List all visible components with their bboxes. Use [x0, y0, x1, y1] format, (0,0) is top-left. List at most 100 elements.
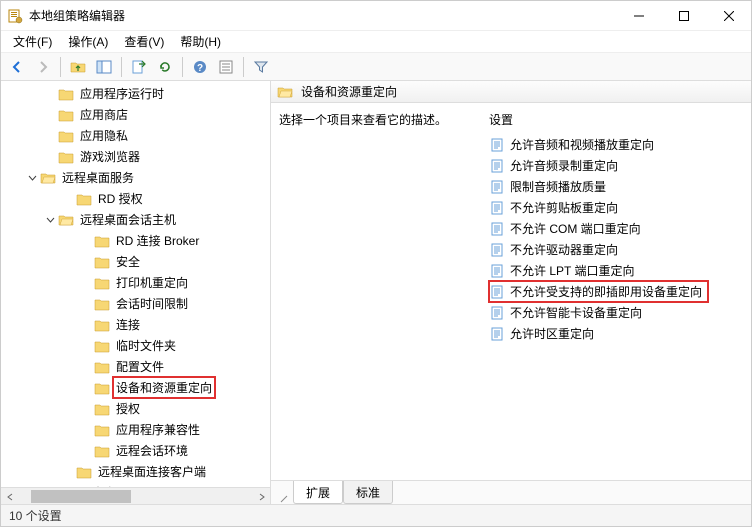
- setting-item[interactable]: 不允许智能卡设备重定向: [489, 302, 751, 323]
- setting-item[interactable]: 允许音频录制重定向: [489, 155, 751, 176]
- menu-view[interactable]: 查看(V): [116, 31, 172, 52]
- setting-label: 不允许 LPT 端口重定向: [510, 262, 634, 279]
- tree-node[interactable]: 游戏浏览器: [1, 146, 270, 167]
- setting-item[interactable]: 不允许受支持的即插即用设备重定向: [489, 281, 708, 302]
- folder-icon: [58, 213, 74, 227]
- tree-label: 远程会话环境: [114, 441, 190, 460]
- tab-extended[interactable]: 扩展: [293, 481, 343, 504]
- setting-item[interactable]: 限制音频播放质量: [489, 176, 751, 197]
- maximize-button[interactable]: [661, 1, 706, 30]
- tree-node[interactable]: 应用程序运行时: [1, 83, 270, 104]
- expander-placeholder: [79, 276, 93, 290]
- tree-node[interactable]: RD 连接 Broker: [1, 230, 270, 251]
- refresh-button[interactable]: [153, 55, 177, 79]
- column-header-setting[interactable]: 设置: [489, 111, 751, 128]
- tree-label: 连接: [114, 315, 142, 334]
- details-header: 设备和资源重定向: [271, 81, 751, 103]
- tree-node[interactable]: 远程桌面服务: [1, 167, 270, 188]
- tree-label: 安全: [114, 252, 142, 271]
- scroll-left-icon[interactable]: [1, 488, 18, 505]
- setting-item[interactable]: 不允许剪贴板重定向: [489, 197, 751, 218]
- policy-icon: [489, 221, 505, 237]
- expander-placeholder: [43, 87, 57, 101]
- close-button[interactable]: [706, 1, 751, 30]
- showhide-tree-button[interactable]: [92, 55, 116, 79]
- tree-label: 授权: [114, 399, 142, 418]
- tree-node[interactable]: RD 授权: [1, 188, 270, 209]
- folder-icon: [94, 402, 110, 416]
- tree-node[interactable]: 配置文件: [1, 356, 270, 377]
- details-title: 设备和资源重定向: [301, 83, 397, 100]
- setting-item[interactable]: 允许时区重定向: [489, 323, 751, 344]
- policy-icon: [489, 305, 505, 321]
- scroll-thumb[interactable]: [31, 490, 131, 503]
- folder-icon: [76, 192, 92, 206]
- setting-label: 不允许智能卡设备重定向: [510, 304, 642, 321]
- tree-node[interactable]: 设备和资源重定向: [1, 377, 270, 398]
- up-button[interactable]: [66, 55, 90, 79]
- tree-node[interactable]: 打印机重定向: [1, 272, 270, 293]
- tree-node[interactable]: 远程桌面会话主机: [1, 209, 270, 230]
- folder-icon: [58, 108, 74, 122]
- tree-node[interactable]: 连接: [1, 314, 270, 335]
- properties-button[interactable]: [214, 55, 238, 79]
- tree-node[interactable]: 远程桌面连接客户端: [1, 461, 270, 482]
- tree-node[interactable]: 应用隐私: [1, 125, 270, 146]
- tree-node[interactable]: 授权: [1, 398, 270, 419]
- expander-placeholder: [79, 444, 93, 458]
- chevron-down-icon[interactable]: [43, 213, 57, 227]
- window-controls: [616, 1, 751, 30]
- setting-label: 不允许受支持的即插即用设备重定向: [510, 283, 702, 300]
- folder-icon: [94, 234, 110, 248]
- tree-hscrollbar[interactable]: [1, 487, 270, 504]
- tree-scroll[interactable]: 应用程序运行时应用商店应用隐私游戏浏览器远程桌面服务 RD 授权远程桌面会话主机R…: [1, 81, 270, 487]
- app-icon: [7, 8, 23, 24]
- forward-button[interactable]: [31, 55, 55, 79]
- folder-icon: [58, 150, 74, 164]
- scroll-right-icon[interactable]: [253, 488, 270, 505]
- folder-icon: [58, 129, 74, 143]
- tree-label: 设备和资源重定向: [114, 378, 214, 397]
- expander-placeholder: [79, 381, 93, 395]
- policy-icon: [489, 242, 505, 258]
- folder-icon: [94, 360, 110, 374]
- tree-node[interactable]: 应用商店: [1, 104, 270, 125]
- back-button[interactable]: [5, 55, 29, 79]
- statusbar: 10 个设置: [1, 504, 751, 526]
- policy-icon: [489, 326, 505, 342]
- policy-icon: [489, 200, 505, 216]
- setting-item[interactable]: 不允许 LPT 端口重定向: [489, 260, 751, 281]
- chevron-down-icon[interactable]: [25, 171, 39, 185]
- menu-action[interactable]: 操作(A): [60, 31, 116, 52]
- tab-standard[interactable]: 标准: [343, 481, 393, 504]
- tree-label: 远程桌面服务: [60, 168, 136, 187]
- tree-node[interactable]: 远程会话环境: [1, 440, 270, 461]
- tree-node[interactable]: 临时文件夹: [1, 335, 270, 356]
- tree-label: 应用程序兼容性: [114, 420, 202, 439]
- settings-list[interactable]: 允许音频和视频播放重定向允许音频录制重定向限制音频播放质量不允许剪贴板重定向不允…: [271, 134, 751, 480]
- toolbar-sep: [121, 57, 122, 77]
- setting-label: 允许时区重定向: [510, 325, 594, 342]
- toolbar-sep: [60, 57, 61, 77]
- menu-file[interactable]: 文件(F): [5, 31, 60, 52]
- svg-text:?: ?: [197, 63, 203, 74]
- filter-button[interactable]: [249, 55, 273, 79]
- expander-placeholder: [61, 465, 75, 479]
- list-area: 设备和资源重定向 选择一个项目来查看它的描述。 设置 允许音频和视频播放重定向允…: [271, 81, 751, 480]
- menu-help[interactable]: 帮助(H): [172, 31, 229, 52]
- setting-item[interactable]: 不允许驱动器重定向: [489, 239, 751, 260]
- export-button[interactable]: [127, 55, 151, 79]
- tree-node[interactable]: 安全: [1, 251, 270, 272]
- tree-node[interactable]: 应用程序兼容性: [1, 419, 270, 440]
- folder-open-icon: [277, 85, 293, 99]
- tree-label: RD 授权: [96, 189, 145, 208]
- content-area: 应用程序运行时应用商店应用隐私游戏浏览器远程桌面服务 RD 授权远程桌面会话主机R…: [1, 81, 751, 504]
- tab-prev-icon[interactable]: [275, 494, 293, 504]
- setting-item[interactable]: 不允许 COM 端口重定向: [489, 218, 751, 239]
- setting-item[interactable]: 允许音频和视频播放重定向: [489, 134, 751, 155]
- tree-node[interactable]: 会话时间限制: [1, 293, 270, 314]
- details-tabs: 扩展 标准: [271, 480, 751, 504]
- setting-label: 允许音频和视频播放重定向: [510, 136, 654, 153]
- help-button[interactable]: ?: [188, 55, 212, 79]
- minimize-button[interactable]: [616, 1, 661, 30]
